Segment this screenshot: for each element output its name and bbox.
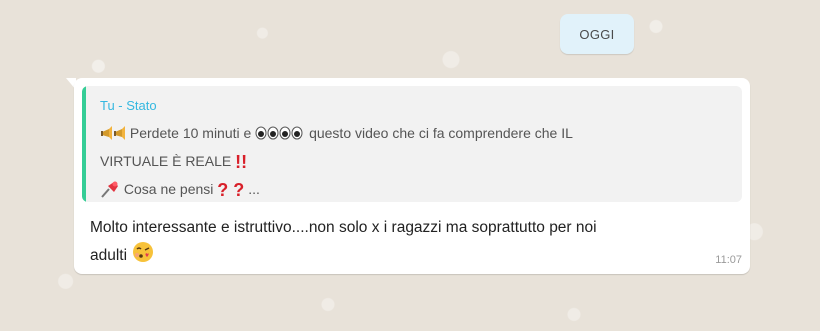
quote-line-3: Cosa ne pensi ? ? ... (100, 180, 260, 201)
double-exclamation-icon: !! (235, 152, 248, 172)
message-line-1: Molto interessante e istruttivo....non s… (90, 219, 597, 236)
quote-author: Tu - Stato (100, 98, 157, 113)
quote-line-3-tail: ... (248, 181, 260, 198)
question-mark-icon: ? ? (217, 180, 245, 200)
quote-line-1-tail: questo video che ci fa comprendere che I… (309, 125, 573, 142)
quote-line-2-text: VIRTUALE È REALE (100, 153, 232, 170)
message-bubble[interactable]: Tu - Stato Perdete 10 minuti e questo vi… (74, 78, 750, 274)
quote-line-1-text: Perdete 10 minuti e (129, 125, 252, 142)
quote-line-3-text: Cosa ne pensi (123, 181, 214, 198)
eyes-icon (255, 126, 305, 143)
pushpin-icon (100, 180, 120, 201)
date-divider-label: OGGI (579, 26, 615, 42)
message-text: Molto interessante e istruttivo....non s… (90, 216, 720, 272)
face-blowing-kiss-icon (131, 240, 155, 272)
megaphone-icon (100, 124, 126, 145)
status-reply-quote[interactable]: Tu - Stato Perdete 10 minuti e questo vi… (82, 86, 742, 202)
message-line-2: adulti (90, 240, 720, 272)
date-divider: OGGI (560, 14, 634, 54)
quote-line-2: VIRTUALE È REALE !! (100, 152, 247, 173)
quote-line-1: Perdete 10 minuti e questo video che ci … (100, 124, 573, 145)
message-timestamp: 11:07 (715, 254, 742, 266)
message-line-2-text: adulti (90, 247, 128, 265)
quote-accent-bar (82, 86, 86, 202)
